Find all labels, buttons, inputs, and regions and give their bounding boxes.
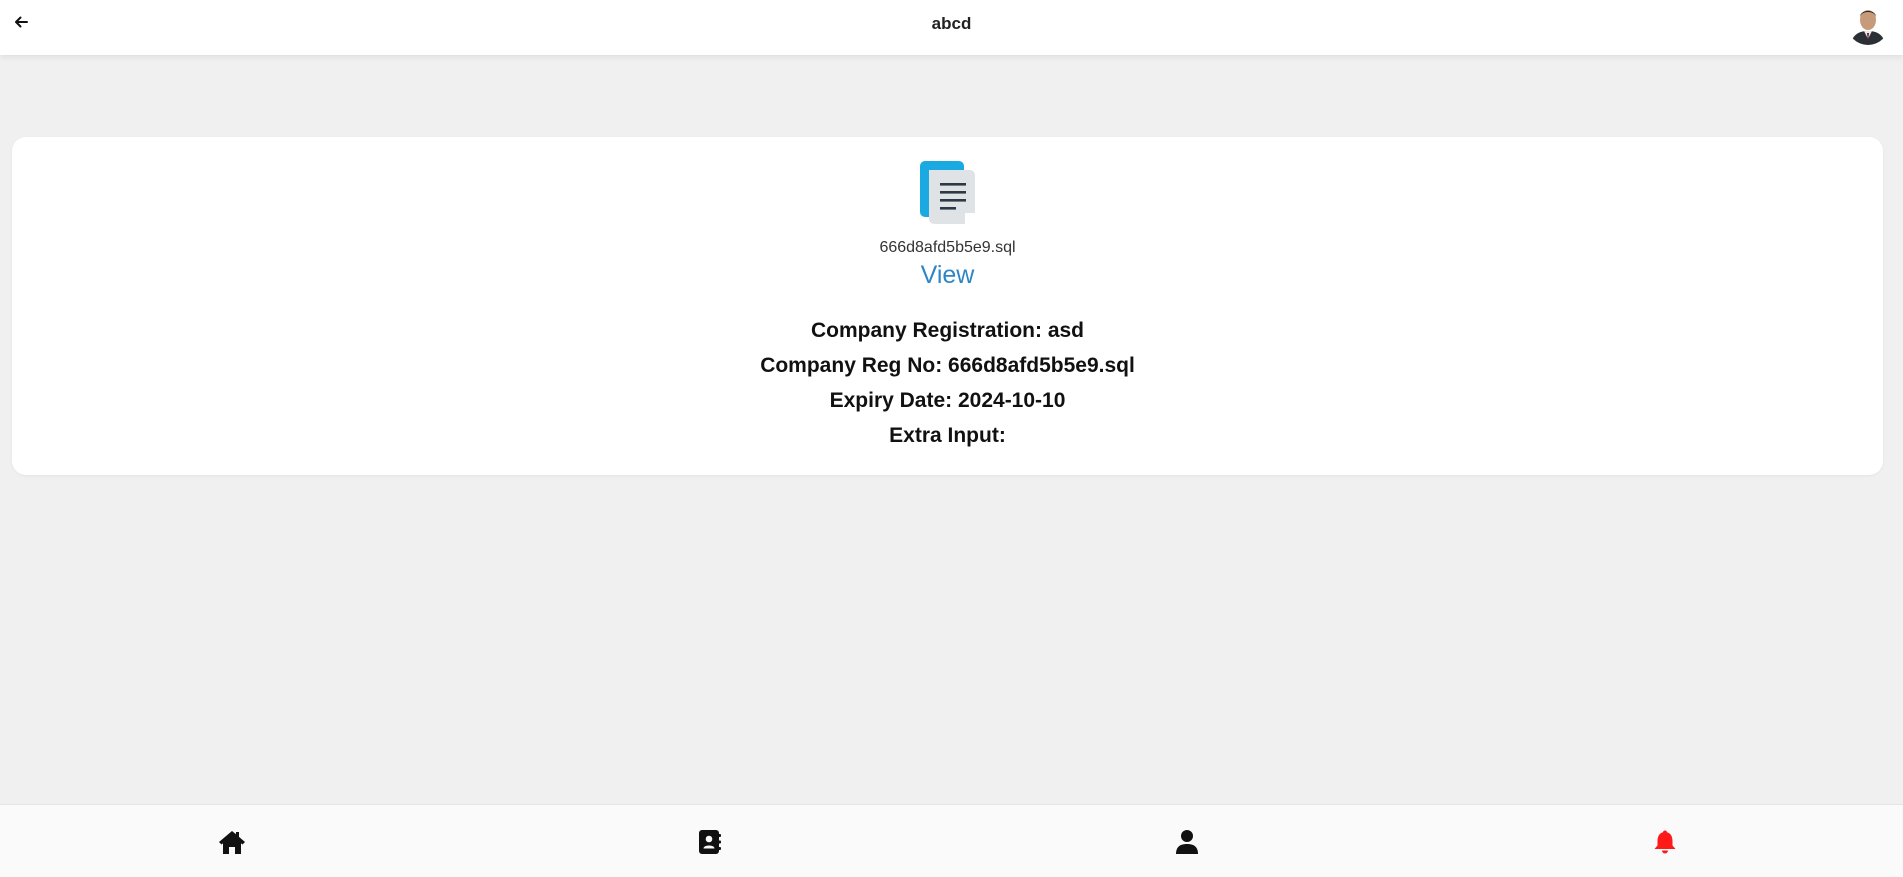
nav-contacts-button[interactable]: [695, 827, 725, 857]
home-icon: [219, 831, 245, 854]
app: abcd 666d8afd5b5e9.sql View Company Regi…: [0, 0, 1903, 877]
bell-icon: [1654, 830, 1676, 854]
nav-home-button[interactable]: [217, 827, 247, 857]
expiry-date-text: Expiry Date: 2024-10-10: [829, 389, 1066, 412]
document-card: 666d8afd5b5e9.sql View Company Registrat…: [12, 137, 1883, 475]
top-bar: abcd: [0, 0, 1903, 55]
view-link[interactable]: View: [921, 261, 975, 289]
contacts-book-icon: [699, 830, 721, 854]
nav-notifications-button[interactable]: [1650, 827, 1680, 857]
bottom-nav: [0, 804, 1903, 877]
company-registration-text: Company Registration: asd: [810, 319, 1085, 342]
user-icon: [1176, 830, 1198, 854]
extra-input-text: Extra Input:: [889, 424, 1006, 447]
file-name: 666d8afd5b5e9.sql: [879, 239, 1016, 256]
company-reg-no-text: Company Reg No: 666d8afd5b5e9.sql: [760, 354, 1135, 377]
page-title: abcd: [931, 14, 972, 33]
nav-profile-button[interactable]: [1172, 827, 1202, 857]
user-avatar[interactable]: [1847, 3, 1889, 45]
document-icon: [920, 161, 978, 227]
avatar-image: [1847, 3, 1889, 45]
